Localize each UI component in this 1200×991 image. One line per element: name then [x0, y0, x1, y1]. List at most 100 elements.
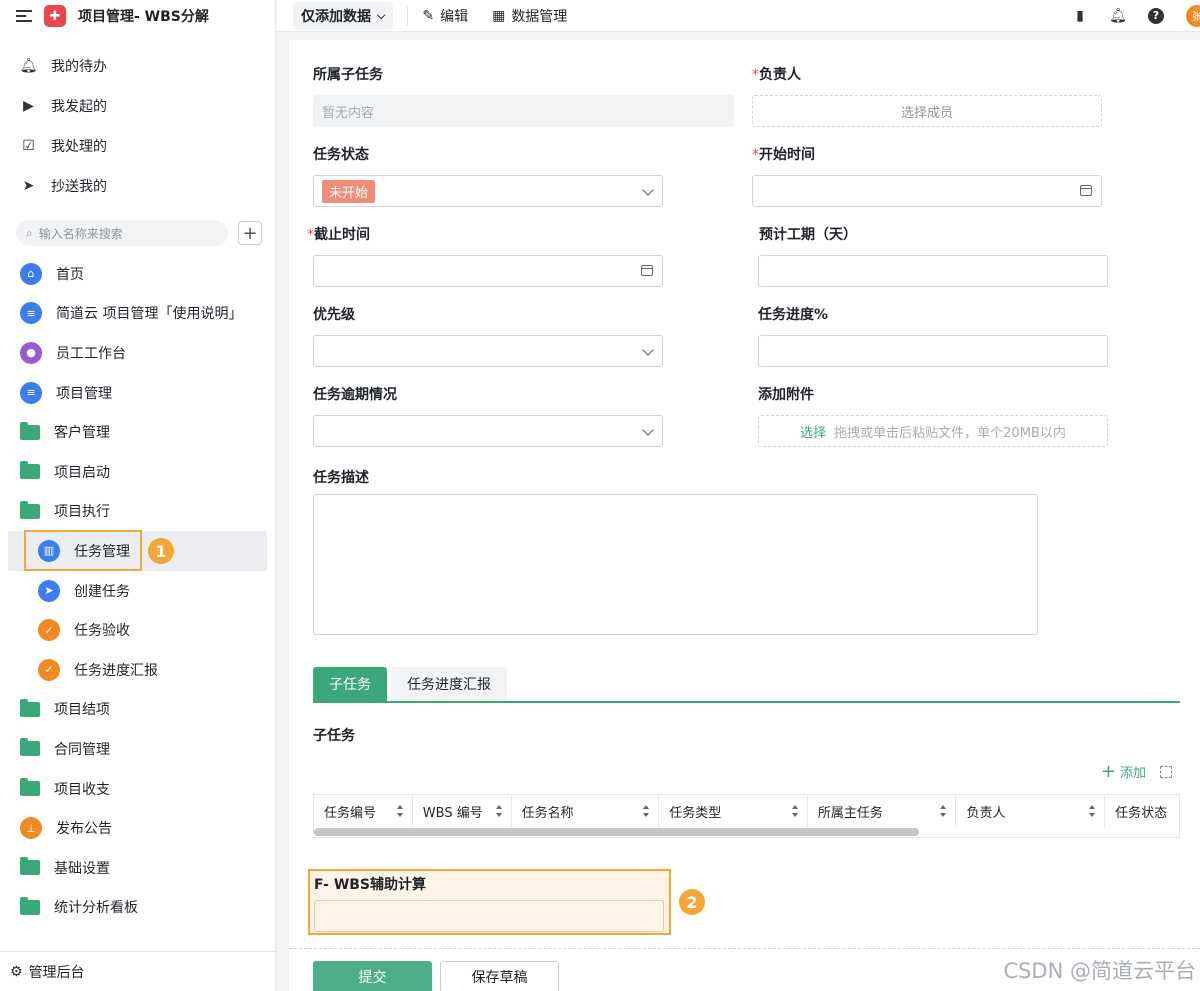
column-header[interactable]: 任务编号	[314, 795, 413, 827]
subtask-actions: + 添加	[1101, 762, 1172, 781]
estimated-days-input[interactable]	[758, 255, 1108, 287]
deadline-input[interactable]	[313, 255, 663, 287]
expand-icon[interactable]	[1160, 765, 1172, 778]
horizontal-scrollbar[interactable]	[314, 828, 919, 836]
column-header[interactable]: 任务状态	[1105, 795, 1179, 827]
status-select[interactable]: 未开始	[313, 175, 663, 207]
folder-icon	[20, 738, 40, 757]
field-progress: 任务进度%	[758, 305, 1108, 367]
add-subtask-button[interactable]: + 添加	[1101, 762, 1146, 781]
nav-item-workbench[interactable]: ● 员工工作台	[0, 333, 275, 373]
wbs-calc-input[interactable]	[314, 900, 664, 932]
view-select[interactable]: 仅添加数据 ⌵	[293, 1, 394, 30]
column-header[interactable]: 任务名称	[512, 795, 660, 827]
highlight-box-1	[24, 530, 142, 572]
sort-icon	[643, 805, 650, 817]
user-icon: ●	[20, 341, 42, 364]
nav-item-settings[interactable]: 基础设置	[0, 848, 275, 888]
admin-link[interactable]: ⚙ 管理后台	[0, 951, 276, 991]
priority-select[interactable]	[313, 335, 663, 367]
edit-button[interactable]: ✎ 编辑	[422, 6, 468, 26]
sidebar-header: ✚ 项目管理- WBS分解	[0, 0, 275, 32]
puzzle-icon: ✚	[44, 5, 66, 27]
nav-label: 基础设置	[54, 860, 110, 877]
tab-bar: 子任务 任务进度汇报	[313, 667, 1180, 703]
search-row: ⌕ 输入名称来搜索 +	[0, 220, 275, 246]
save-draft-button[interactable]: 保存草稿	[440, 961, 559, 991]
search-input[interactable]: ⌕ 输入名称来搜索	[16, 220, 228, 246]
stamp-icon: ⊥	[20, 817, 42, 840]
field-owner: *负责人 选择成员	[752, 65, 1102, 127]
field-label: *负责人	[752, 67, 801, 83]
bell-icon: 🔔︎	[19, 58, 38, 74]
nav-item-task-accept[interactable]: ✓ 任务验收	[0, 610, 275, 650]
menu-icon[interactable]	[16, 10, 32, 22]
nav-label: 项目收支	[54, 781, 110, 798]
pencil-icon: ✎	[422, 7, 435, 24]
data-manage-button[interactable]: ▦ 数据管理	[492, 6, 567, 26]
quick-link-initiated[interactable]: ▶ 我发起的	[0, 86, 275, 126]
nav-label: 员工工作台	[56, 345, 126, 362]
nav-item-project-exec[interactable]: 项目执行	[0, 492, 275, 532]
quick-link-cc[interactable]: ➤ 抄送我的	[0, 166, 275, 206]
avatar[interactable]: 张	[1186, 4, 1200, 27]
data-manage-label: 数据管理	[511, 8, 568, 25]
inbox-check-icon: ☑	[22, 138, 35, 154]
app-title: 项目管理- WBS分解	[78, 9, 209, 25]
field-label: 任务描述	[313, 470, 369, 486]
document-icon: ≡	[20, 302, 42, 325]
nav-label: 简道云 项目管理「使用说明」	[56, 306, 243, 323]
field-label: F- WBS辅助计算	[314, 877, 427, 893]
field-status: 任务状态 未开始	[313, 145, 663, 207]
nav-item-home[interactable]: ⌂ 首页	[0, 254, 275, 294]
nav-item-guide[interactable]: ≡ 简道云 项目管理「使用说明」	[0, 294, 275, 334]
description-textarea[interactable]	[313, 494, 1038, 635]
parent-subtask-input: 暂无内容	[313, 95, 734, 127]
field-description: 任务描述	[313, 468, 1038, 635]
form-card: 所属子任务 暂无内容 *负责人 选择成员 任务状态 未开始 *开始时间 *截止时…	[289, 40, 1200, 991]
column-header[interactable]: 任务类型	[659, 795, 808, 827]
nav-item-contract[interactable]: 合同管理	[0, 729, 275, 769]
nav-item-announce[interactable]: ⊥ 发布公告	[0, 808, 275, 848]
field-label: 任务逾期情况	[313, 387, 397, 403]
field-deadline: *截止时间	[307, 225, 663, 287]
nav-item-project-start[interactable]: 项目启动	[0, 452, 275, 492]
upload-select-link[interactable]: 选择	[800, 422, 826, 441]
nav-item-finance[interactable]: 项目收支	[0, 769, 275, 809]
column-header[interactable]: WBS 编号	[413, 795, 512, 827]
nav-item-customer[interactable]: 客户管理	[0, 412, 275, 452]
sort-icon	[791, 805, 799, 817]
quick-link-todo[interactable]: 🔔︎ 我的待办	[0, 46, 275, 86]
add-menu-button[interactable]: +	[238, 221, 262, 245]
notebook-icon[interactable]: ▮	[1072, 8, 1088, 24]
calendar-icon	[641, 265, 653, 276]
nav-label: 首页	[56, 266, 84, 283]
nav-item-task-manage[interactable]: ▥ 任务管理 1	[8, 530, 267, 572]
quick-link-handled[interactable]: ☑ 我处理的	[0, 126, 275, 166]
bell-icon[interactable]: 🔔︎	[1109, 8, 1127, 24]
send-icon: ➤	[22, 178, 35, 194]
nav-item-dashboard[interactable]: 统计分析看板	[0, 888, 275, 928]
attachment-upload[interactable]: 选择 拖拽或单击后粘贴文件，单个20MB以内	[758, 415, 1108, 447]
tab-progress-report[interactable]: 任务进度汇报	[391, 667, 507, 701]
field-parent-subtask: 所属子任务 暂无内容	[313, 65, 734, 127]
tab-subtasks[interactable]: 子任务	[313, 667, 387, 701]
owner-select-button[interactable]: 选择成员	[752, 95, 1102, 127]
nav-label: 项目启动	[54, 464, 110, 481]
submit-button[interactable]: 提交	[313, 961, 432, 991]
column-header[interactable]: 所属主任务	[808, 795, 957, 827]
add-label: 添加	[1119, 766, 1146, 781]
nav-item-project-close[interactable]: 项目结项	[0, 690, 275, 730]
start-time-input[interactable]	[752, 175, 1102, 207]
column-header[interactable]: 负责人	[956, 795, 1106, 827]
progress-input[interactable]	[758, 335, 1108, 367]
help-icon[interactable]: ?	[1148, 7, 1164, 24]
nav-item-task-progress[interactable]: ✓ 任务进度汇报	[0, 650, 275, 690]
nav-item-create-task[interactable]: ➤ 创建任务	[0, 571, 275, 611]
nav-menu: ⌂ 首页 ≡ 简道云 项目管理「使用说明」 ● 员工工作台 ≡ 项目管理 客户管…	[0, 254, 275, 927]
plus-icon: +	[1100, 760, 1116, 782]
subtask-section-title: 子任务	[313, 728, 355, 744]
nav-item-project-manage[interactable]: ≡ 项目管理	[0, 373, 275, 413]
gear-icon: ⚙	[10, 963, 23, 980]
overdue-select[interactable]	[313, 415, 663, 447]
